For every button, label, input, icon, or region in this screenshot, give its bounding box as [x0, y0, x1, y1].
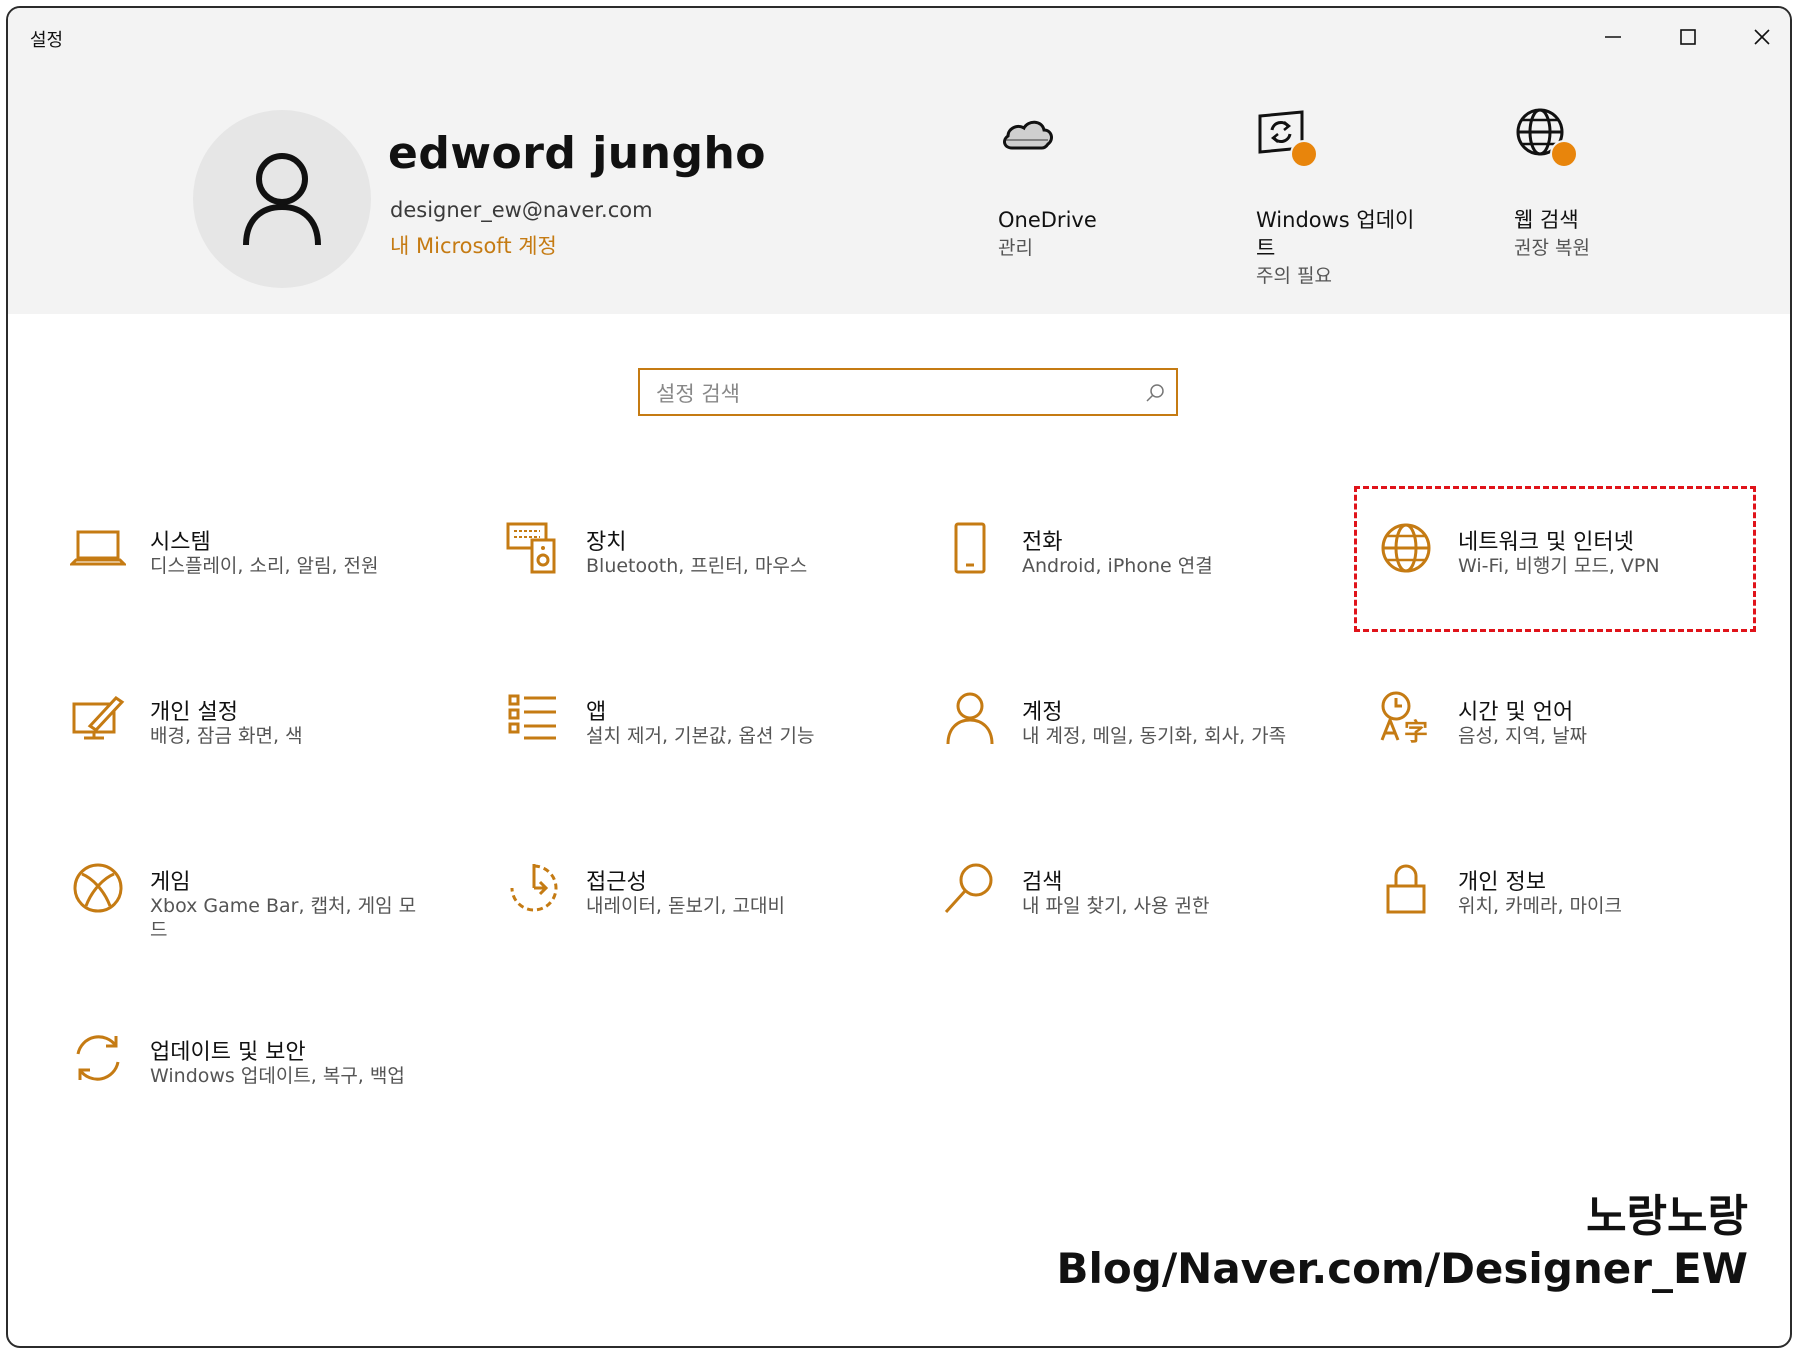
category-subtitle: Android, iPhone 연결	[1022, 555, 1213, 577]
search-icon	[944, 863, 993, 914]
windows-update-icon	[1256, 106, 1318, 168]
category-system[interactable]: 시스템 디스플레이, 소리, 알림, 전원	[70, 520, 450, 640]
category-time-language[interactable]: 字 시간 및 언어 음성, 지역, 날짜	[1378, 690, 1758, 810]
devices-icon	[506, 522, 556, 574]
category-subtitle: 음성, 지역, 날짜	[1458, 725, 1588, 747]
category-title: 게임	[150, 870, 191, 895]
cloud-icon	[998, 106, 1058, 166]
category-subtitle: 설치 제거, 기본값, 옵션 기능	[586, 725, 815, 747]
category-subtitle: 위치, 카메라, 마이크	[1458, 895, 1622, 917]
tile-subtitle: 권장 복원	[1514, 237, 1590, 259]
header-tile-onedrive[interactable]: OneDrive 관리	[998, 106, 1097, 262]
user-email: designer_ew@naver.com	[390, 198, 653, 222]
microsoft-account-link[interactable]: 내 Microsoft 계정	[390, 230, 557, 260]
tile-title: Windows 업데이	[1256, 208, 1415, 232]
attention-badge	[1290, 140, 1318, 168]
minimize-button[interactable]	[1593, 22, 1633, 52]
close-button[interactable]	[1742, 22, 1782, 52]
category-subtitle: Xbox Game Bar, 캡처, 게임 모드	[150, 895, 417, 941]
category-subtitle: 내 계정, 메일, 동기화, 회사, 가족	[1022, 725, 1287, 747]
update-sync-icon	[76, 1035, 120, 1081]
person-icon	[946, 692, 994, 745]
category-subtitle: 내 파일 찾기, 사용 권한	[1022, 895, 1210, 917]
tile-title: OneDrive	[998, 208, 1097, 232]
category-title: 시간 및 언어	[1458, 700, 1574, 725]
category-title: 계정	[1022, 700, 1063, 725]
category-title: 검색	[1022, 870, 1063, 895]
person-icon	[243, 153, 321, 246]
minimize-icon	[1605, 36, 1621, 38]
category-devices[interactable]: 장치 Bluetooth, 프린터, 마우스	[506, 520, 886, 640]
watermark-url: Blog/Naver.com/Designer_EW	[1056, 1244, 1748, 1293]
svg-text:字: 字	[1404, 718, 1428, 746]
laptop-icon	[70, 530, 126, 566]
category-subtitle: 배경, 잠금 화면, 색	[150, 725, 303, 747]
search-input[interactable]	[654, 378, 1138, 410]
category-subtitle: Windows 업데이트, 복구, 백업	[150, 1065, 405, 1087]
category-personalization[interactable]: 개인 설정 배경, 잠금 화면, 색	[70, 690, 450, 810]
category-title: 개인 정보	[1458, 870, 1546, 895]
highlight-box	[1354, 486, 1756, 632]
header-tile-windows-update[interactable]: Windows 업데이 트 주의 필요	[1256, 106, 1414, 290]
time-language-icon: 字	[1380, 691, 1428, 746]
tile-title: 웹 검색	[1514, 208, 1579, 232]
category-title: 개인 설정	[150, 700, 238, 725]
attention-badge	[1550, 140, 1578, 168]
avatar[interactable]	[193, 110, 371, 288]
category-phone[interactable]: 전화 Android, iPhone 연결	[942, 520, 1322, 640]
close-icon	[1754, 29, 1770, 45]
search-icon[interactable]	[1144, 382, 1166, 404]
category-gaming[interactable]: 게임 Xbox Game Bar, 캡처, 게임 모드	[70, 860, 450, 980]
category-title: 업데이트 및 보안	[150, 1040, 306, 1065]
settings-search-box[interactable]	[638, 368, 1178, 416]
category-title: 접근성	[586, 870, 647, 895]
maximize-icon	[1680, 29, 1696, 45]
accessibility-icon	[510, 864, 558, 912]
xbox-icon	[73, 863, 123, 913]
user-name: edword jungho	[388, 128, 767, 179]
tile-subtitle: 주의 필요	[1256, 265, 1332, 287]
category-subtitle: 디스플레이, 소리, 알림, 전원	[150, 555, 379, 577]
phone-icon	[954, 522, 986, 574]
account-header: edword jungho designer_ew@naver.com 내 Mi…	[8, 66, 1790, 314]
category-accounts[interactable]: 계정 내 계정, 메일, 동기화, 회사, 가족	[942, 690, 1322, 810]
category-subtitle: Bluetooth, 프린터, 마우스	[586, 555, 808, 577]
settings-window: 설정 edword jungho designer_ew@naver.com 내…	[6, 6, 1792, 1348]
apps-list-icon	[508, 694, 556, 740]
globe-icon	[1514, 106, 1578, 168]
maximize-button[interactable]	[1668, 22, 1708, 52]
title-bar: 설정	[8, 8, 1790, 66]
category-apps[interactable]: 앱 설치 제거, 기본값, 옵션 기능	[506, 690, 886, 810]
tile-title-line2: 트	[1256, 236, 1276, 260]
tile-subtitle: 관리	[998, 237, 1033, 259]
category-subtitle: 내레이터, 돋보기, 고대비	[586, 895, 785, 917]
watermark-title: 노랑노랑	[1586, 1191, 1748, 1242]
category-title: 시스템	[150, 530, 211, 555]
window-title: 설정	[30, 30, 64, 51]
category-accessibility[interactable]: 접근성 내레이터, 돋보기, 고대비	[506, 860, 886, 980]
personalization-icon	[72, 696, 125, 740]
category-title: 전화	[1022, 530, 1063, 555]
category-update-security[interactable]: 업데이트 및 보안 Windows 업데이트, 복구, 백업	[70, 1030, 450, 1150]
category-privacy[interactable]: 개인 정보 위치, 카메라, 마이크	[1378, 860, 1758, 980]
category-search[interactable]: 검색 내 파일 찾기, 사용 권한	[942, 860, 1322, 980]
category-title: 장치	[586, 530, 627, 555]
category-title: 앱	[586, 700, 607, 725]
header-tile-web-search[interactable]: 웹 검색 권장 복원	[1514, 106, 1590, 262]
lock-icon	[1386, 864, 1426, 914]
